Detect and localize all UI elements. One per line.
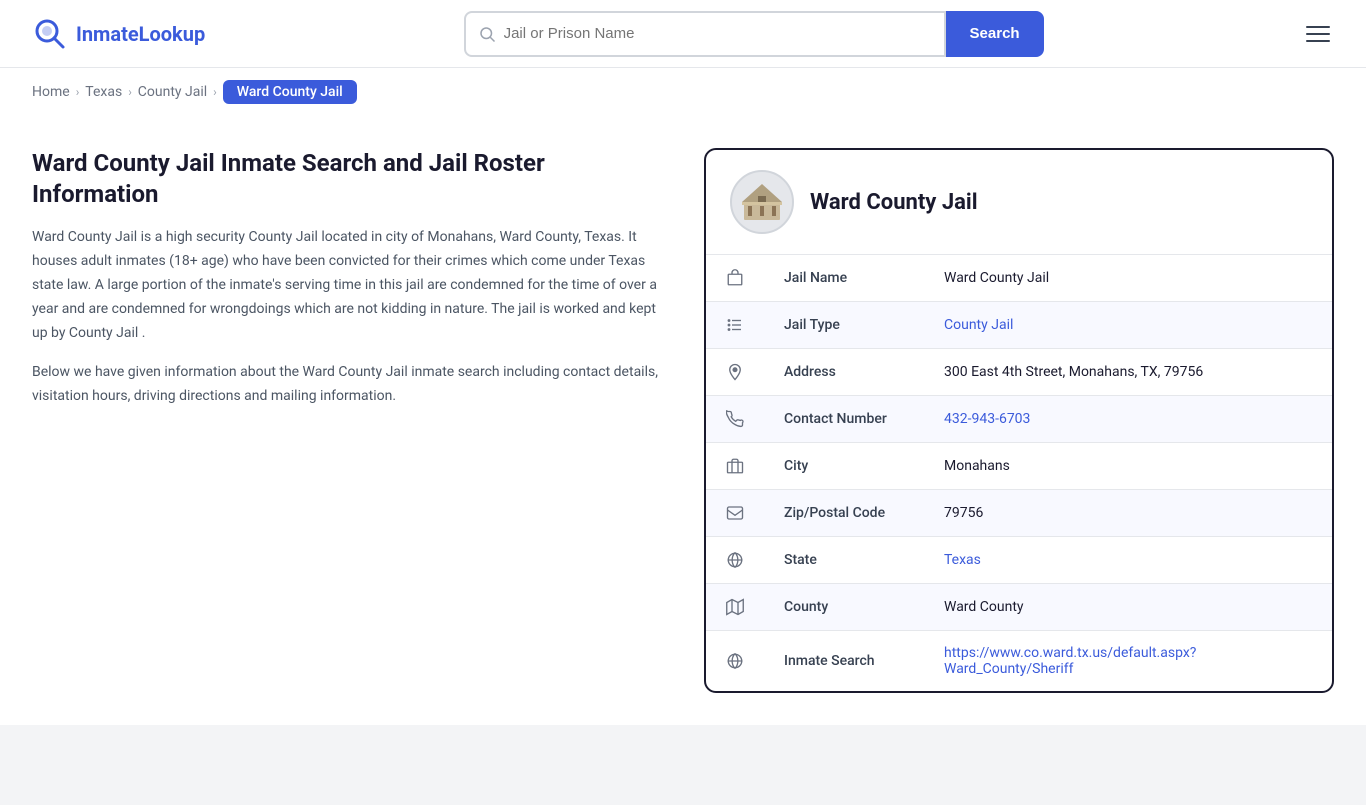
field-value-city: Monahans — [924, 443, 1332, 490]
hamburger-line — [1306, 40, 1330, 42]
field-value-jail-name: Ward County Jail — [924, 255, 1332, 302]
page-description-1: Ward County Jail is a high security Coun… — [32, 226, 672, 345]
left-column: Ward County Jail Inmate Search and Jail … — [32, 148, 672, 693]
breadcrumb-sep: › — [76, 85, 80, 99]
card-header: Ward County Jail — [706, 150, 1332, 255]
location-icon-cell — [706, 349, 764, 396]
hamburger-line — [1306, 33, 1330, 35]
building2-icon-cell — [706, 443, 764, 490]
main-content: Ward County Jail Inmate Search and Jail … — [0, 116, 1366, 725]
table-row: Jail NameWard County Jail — [706, 255, 1332, 302]
field-link-jail-type[interactable]: County Jail — [944, 317, 1013, 333]
table-row: CountyWard County — [706, 584, 1332, 631]
search-area: Search — [464, 11, 1044, 57]
field-value-county: Ward County — [924, 584, 1332, 631]
table-row: Jail Type County Jail — [706, 302, 1332, 349]
site-header: InmateLookup Search — [0, 0, 1366, 68]
breadcrumb-current: Ward County Jail — [223, 80, 357, 104]
search-button[interactable]: Search — [946, 11, 1044, 57]
courthouse-icon — [740, 180, 784, 224]
field-value-zip: 79756 — [924, 490, 1332, 537]
table-row: Zip/Postal Code79756 — [706, 490, 1332, 537]
field-label-state: State — [764, 537, 924, 584]
search-icon — [478, 25, 496, 43]
table-row: CityMonahans — [706, 443, 1332, 490]
field-label-county: County — [764, 584, 924, 631]
page-description-2: Below we have given information about th… — [32, 361, 672, 409]
table-row: Inmate Search https://www.co.ward.tx.us/d… — [706, 631, 1332, 692]
page-title: Ward County Jail Inmate Search and Jail … — [32, 148, 672, 210]
field-value-contact[interactable]: 432-943-6703 — [924, 396, 1332, 443]
table-row: State Texas — [706, 537, 1332, 584]
logo-icon — [32, 16, 68, 52]
info-card: Ward County Jail Jail NameWard County Ja… — [704, 148, 1334, 693]
field-link-inmate-search[interactable]: https://www.co.ward.tx.us/default.aspx?W… — [944, 645, 1196, 677]
field-label-inmate-search: Inmate Search — [764, 631, 924, 692]
globe-icon-cell — [706, 537, 764, 584]
field-label-jail-name: Jail Name — [764, 255, 924, 302]
field-label-address: Address — [764, 349, 924, 396]
field-label-jail-type: Jail Type — [764, 302, 924, 349]
breadcrumb-sep: › — [213, 85, 217, 99]
phone-icon-cell — [706, 396, 764, 443]
right-column: Ward County Jail Jail NameWard County Ja… — [704, 148, 1334, 693]
mail-icon-cell — [706, 490, 764, 537]
info-table: Jail NameWard County JailJail Type County… — [706, 255, 1332, 691]
logo-link[interactable]: InmateLookup — [32, 16, 205, 52]
table-row: Address300 East 4th Street, Monahans, TX… — [706, 349, 1332, 396]
breadcrumb-county-jail[interactable]: County Jail — [138, 84, 207, 100]
breadcrumb: Home › Texas › County Jail › Ward County… — [0, 68, 1366, 116]
hamburger-line — [1306, 26, 1330, 28]
field-value-address: 300 East 4th Street, Monahans, TX, 79756 — [924, 349, 1332, 396]
breadcrumb-texas[interactable]: Texas — [85, 84, 122, 100]
search-input[interactable] — [504, 25, 932, 42]
field-value-jail-type[interactable]: County Jail — [924, 302, 1332, 349]
table-row: Contact Number 432-943-6703 — [706, 396, 1332, 443]
building-icon-cell — [706, 255, 764, 302]
field-label-city: City — [764, 443, 924, 490]
jail-thumbnail — [730, 170, 794, 234]
breadcrumb-home[interactable]: Home — [32, 84, 70, 100]
field-link-contact[interactable]: 432-943-6703 — [944, 411, 1030, 427]
list-icon-cell — [706, 302, 764, 349]
search-globe-icon-cell — [706, 631, 764, 692]
field-label-contact: Contact Number — [764, 396, 924, 443]
card-title: Ward County Jail — [810, 190, 978, 215]
logo-text: InmateLookup — [76, 22, 205, 46]
field-value-inmate-search[interactable]: https://www.co.ward.tx.us/default.aspx?W… — [924, 631, 1332, 692]
hamburger-menu[interactable] — [1302, 22, 1334, 46]
field-link-state[interactable]: Texas — [944, 552, 981, 568]
footer — [0, 725, 1366, 805]
breadcrumb-sep: › — [128, 85, 132, 99]
field-label-zip: Zip/Postal Code — [764, 490, 924, 537]
field-value-state[interactable]: Texas — [924, 537, 1332, 584]
search-wrapper — [464, 11, 946, 57]
map-icon-cell — [706, 584, 764, 631]
